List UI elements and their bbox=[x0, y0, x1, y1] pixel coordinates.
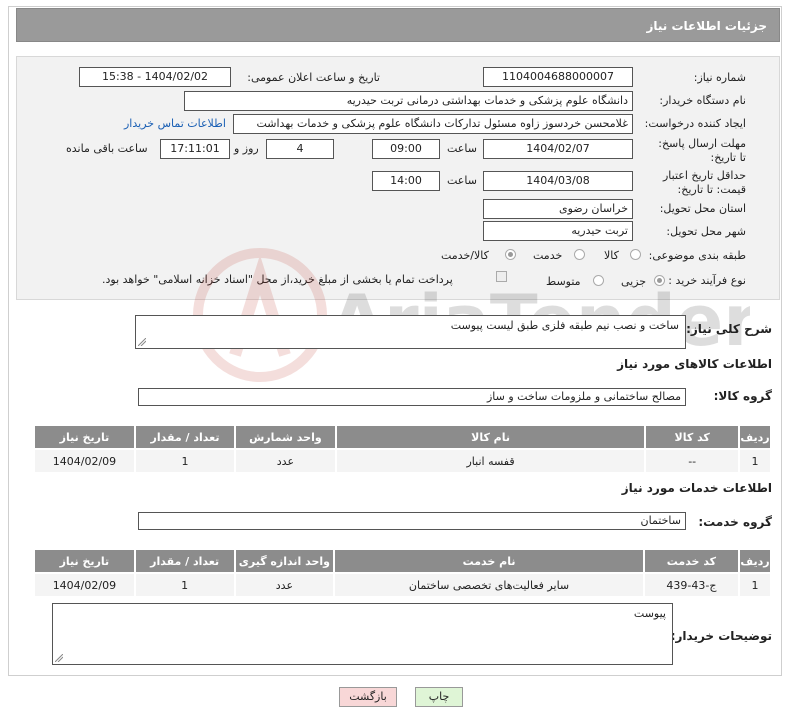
deadline-label: مهلت ارسال پاسخ: تا تاریخ: bbox=[658, 137, 746, 164]
validity-time-label: ساعت bbox=[447, 174, 477, 187]
province-label: استان محل تحویل: bbox=[659, 202, 746, 215]
days-remaining-field[interactable]: 4 bbox=[266, 139, 334, 159]
services-col-row: ردیف bbox=[738, 548, 772, 574]
goods-group-label: گروه کالا: bbox=[713, 389, 772, 403]
goods-table: ردیف کد کالا نام کالا واحد شمارش تعداد /… bbox=[33, 424, 772, 474]
services-cell-qty: 1 bbox=[133, 572, 236, 598]
remaining-time-field[interactable]: 17:11:01 bbox=[160, 139, 230, 159]
goods-col-unit: واحد شمارش bbox=[234, 424, 337, 450]
goods-cell-qty: 1 bbox=[133, 448, 237, 474]
services-col-name: نام خدمت bbox=[333, 548, 645, 574]
services-group-label: گروه خدمت: bbox=[698, 515, 772, 529]
services-col-date: تاریخ نیاز bbox=[33, 548, 136, 574]
creator-label: ایجاد کننده درخواست: bbox=[644, 117, 746, 130]
resize-grip-icon[interactable] bbox=[138, 338, 146, 346]
category-radio-service[interactable] bbox=[574, 249, 585, 260]
resize-grip-icon[interactable] bbox=[55, 654, 63, 662]
services-table: ردیف کد خدمت نام خدمت واحد اندازه گیری ت… bbox=[33, 548, 772, 598]
validity-time-field[interactable]: 14:00 bbox=[372, 171, 440, 191]
deadline-time-label: ساعت bbox=[447, 142, 477, 155]
goods-cell-code: -- bbox=[644, 448, 741, 474]
services-cell-unit: عدد bbox=[233, 572, 336, 598]
buyer-org-field[interactable]: دانشگاه علوم پزشکی و خدمات بهداشتی درمان… bbox=[184, 91, 633, 111]
goods-cell-name: قفسه انبار bbox=[334, 448, 647, 474]
goods-col-code: کد کالا bbox=[644, 424, 741, 450]
validity-label: حداقل تاریخ اعتبار قیمت: تا تاریخ: bbox=[662, 169, 746, 196]
category-option-service-label: خدمت bbox=[533, 249, 563, 262]
announce-label: تاریخ و ساعت اعلان عمومی: bbox=[247, 71, 380, 84]
table-row: 1 -- قفسه انبار عدد 1 1404/02/09 bbox=[33, 448, 772, 474]
remaining-time-label: ساعت باقی مانده bbox=[66, 142, 148, 155]
validity-date-field[interactable]: 1404/03/08 bbox=[483, 171, 633, 191]
goods-col-date: تاریخ نیاز bbox=[33, 424, 136, 450]
days-label: روز و bbox=[234, 142, 259, 155]
payment-note: پرداخت تمام یا بخشی از مبلغ خرید،از محل … bbox=[102, 273, 453, 286]
province-field[interactable]: خراسان رضوی bbox=[483, 199, 633, 219]
city-field[interactable]: تربت حیدریه bbox=[483, 221, 633, 241]
process-label: نوع فرآیند خرید : bbox=[668, 274, 746, 287]
print-button[interactable]: چاپ bbox=[415, 687, 463, 707]
need-number-label: شماره نیاز: bbox=[693, 71, 746, 84]
goods-table-header: ردیف کد کالا نام کالا واحد شمارش تعداد /… bbox=[33, 424, 772, 450]
table-row: 1 ج-43-439 سایر فعالیت‌های تخصصی ساختمان… bbox=[33, 572, 772, 598]
description-text: ساخت و نصب نیم طبقه فلزی طبق لیست پیوست bbox=[450, 319, 679, 332]
category-label: طبقه بندی موضوعی: bbox=[648, 249, 746, 262]
process-option-medium-label: متوسط bbox=[546, 275, 581, 288]
category-option-goods-label: کالا bbox=[604, 249, 619, 262]
services-cell-row: 1 bbox=[738, 572, 772, 598]
need-number-field[interactable]: 1104004688000007 bbox=[483, 67, 633, 87]
services-cell-date: 1404/02/09 bbox=[33, 572, 136, 598]
category-radio-goods[interactable] bbox=[630, 249, 641, 260]
buyer-notes-text: پیوست bbox=[633, 607, 666, 620]
goods-cell-unit: عدد bbox=[234, 448, 337, 474]
back-button[interactable]: بازگشت bbox=[339, 687, 397, 707]
services-col-unit: واحد اندازه گیری bbox=[233, 548, 336, 574]
services-cell-name: سایر فعالیت‌های تخصصی ساختمان bbox=[333, 572, 645, 598]
goods-group-field[interactable]: مصالح ساختمانی و ملزومات ساخت و ساز bbox=[138, 388, 686, 406]
process-option-small-label: جزیی bbox=[621, 275, 647, 288]
goods-col-qty: تعداد / مقدار bbox=[133, 424, 237, 450]
buyer-notes-textarea[interactable]: پیوست bbox=[52, 603, 673, 665]
announce-field[interactable]: 1404/02/02 - 15:38 bbox=[79, 67, 231, 87]
services-col-qty: تعداد / مقدار bbox=[133, 548, 236, 574]
deadline-date-field[interactable]: 1404/02/07 bbox=[483, 139, 633, 159]
buyer-contact-link[interactable]: اطلاعات تماس خریدار bbox=[124, 117, 226, 130]
services-col-code: کد خدمت bbox=[642, 548, 741, 574]
goods-col-name: نام کالا bbox=[334, 424, 647, 450]
goods-cell-date: 1404/02/09 bbox=[33, 448, 136, 474]
process-radio-small[interactable] bbox=[654, 275, 665, 286]
category-radio-both[interactable] bbox=[505, 249, 516, 260]
goods-col-row: ردیف bbox=[738, 424, 772, 450]
treasury-payment-checkbox[interactable] bbox=[496, 271, 507, 282]
services-table-header: ردیف کد خدمت نام خدمت واحد اندازه گیری ت… bbox=[33, 548, 772, 574]
description-label: شرح کلی نیاز: bbox=[686, 322, 772, 336]
description-textarea[interactable]: ساخت و نصب نیم طبقه فلزی طبق لیست پیوست bbox=[135, 315, 686, 349]
category-option-both-label: کالا/خدمت bbox=[441, 249, 489, 262]
goods-cell-row: 1 bbox=[738, 448, 772, 474]
services-cell-code: ج-43-439 bbox=[642, 572, 741, 598]
buyer-notes-label: توضیحات خریدار: bbox=[670, 629, 772, 643]
goods-section-title: اطلاعات کالاهای مورد نیاز bbox=[617, 357, 772, 371]
deadline-time-field[interactable]: 09:00 bbox=[372, 139, 440, 159]
city-label: شهر محل تحویل: bbox=[666, 225, 746, 238]
creator-field[interactable]: غلامحسن خردسوز زاوه مسئول تدارکات دانشگا… bbox=[233, 114, 633, 134]
page-header: جزئیات اطلاعات نیاز bbox=[16, 8, 780, 42]
services-section-title: اطلاعات خدمات مورد نیاز bbox=[621, 481, 772, 495]
services-group-field[interactable]: ساختمان bbox=[138, 512, 686, 530]
process-radio-medium[interactable] bbox=[593, 275, 604, 286]
page-title: جزئیات اطلاعات نیاز bbox=[646, 19, 767, 33]
buyer-org-label: نام دستگاه خریدار: bbox=[659, 94, 746, 107]
